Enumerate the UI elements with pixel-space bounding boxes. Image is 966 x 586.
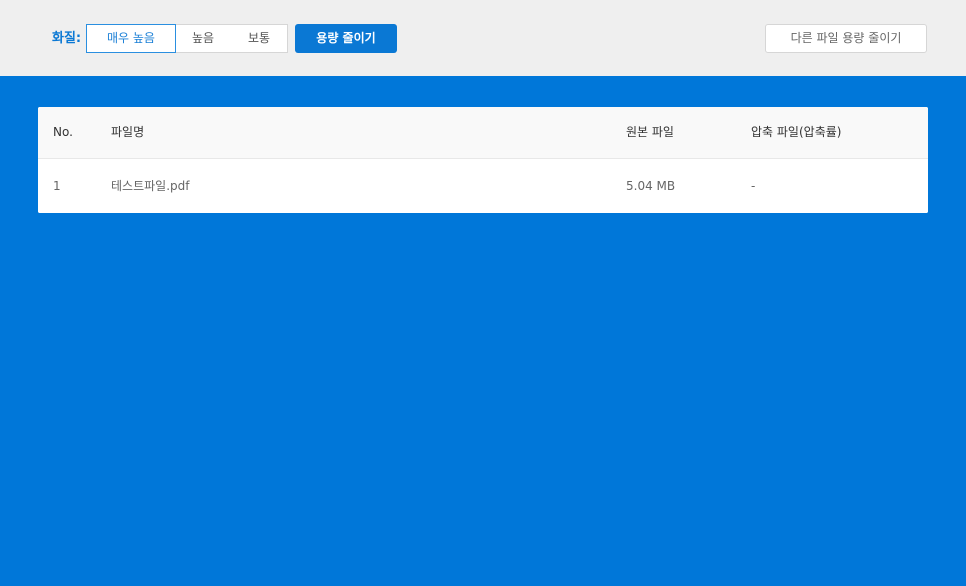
row-original-size: 5.04 MB — [626, 179, 676, 193]
header-original-file: 원본 파일 — [626, 125, 674, 139]
header-no: No. — [53, 125, 73, 139]
reduce-other-file-button[interactable]: 다른 파일 용량 줄이기 — [765, 24, 927, 53]
row-no: 1 — [53, 179, 61, 193]
header-compressed-file: 압축 파일(압축률) — [751, 125, 842, 139]
file-table: No. 파일명 원본 파일 압축 파일(압축률) 1 테스트파일.pdf 5.0… — [38, 107, 928, 213]
toolbar: 화질: 매우 높음 높음 보통 용량 줄이기 다른 파일 용량 줄이기 — [0, 0, 966, 76]
table-header: No. 파일명 원본 파일 압축 파일(압축률) — [38, 107, 928, 159]
row-compressed-size: - — [751, 179, 756, 193]
quality-label: 화질: — [52, 31, 82, 46]
quality-option-high[interactable]: 높음 — [175, 24, 232, 53]
header-filename: 파일명 — [111, 125, 145, 139]
quality-option-very-high[interactable]: 매우 높음 — [86, 24, 176, 53]
table-row: 1 테스트파일.pdf 5.04 MB - — [38, 159, 928, 213]
reduce-size-button[interactable]: 용량 줄이기 — [295, 24, 397, 53]
row-filename: 테스트파일.pdf — [111, 179, 190, 193]
quality-option-normal[interactable]: 보통 — [231, 24, 288, 53]
